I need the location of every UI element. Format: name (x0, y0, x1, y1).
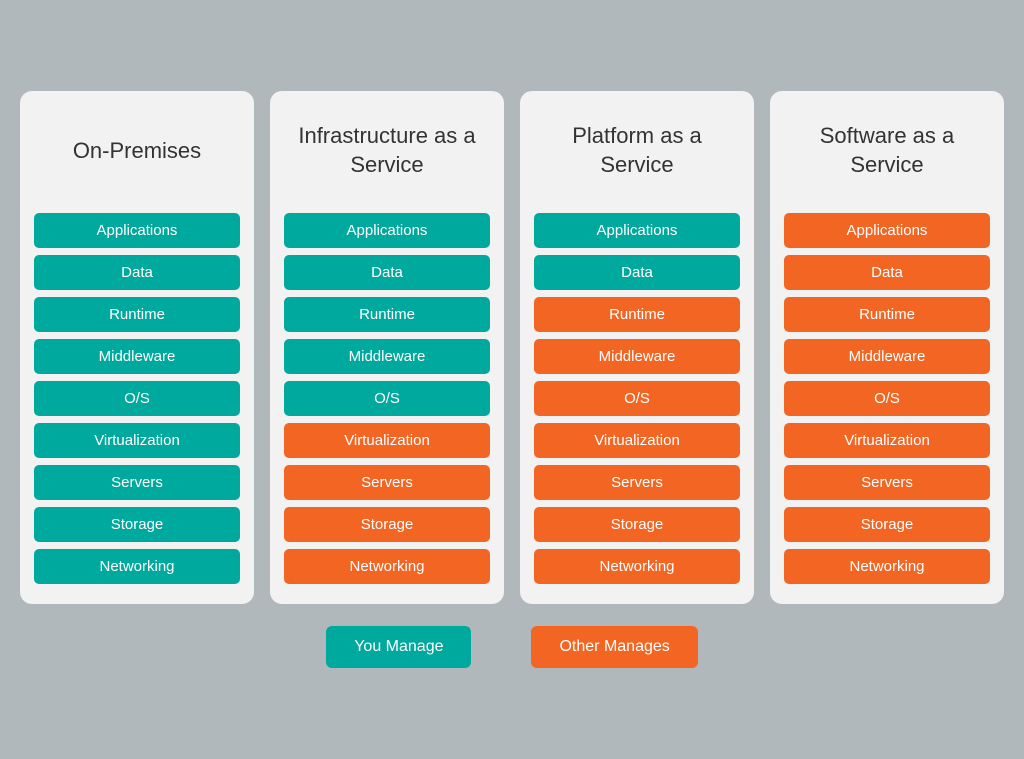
items-list-on-premises: Applications Data Runtime Middleware O/S Virt… (34, 213, 240, 584)
column-title-on-premises: On-Premises (73, 111, 201, 191)
item-middleware-infrastructure-as-a-service: Middleware (284, 339, 490, 374)
item-networking-software-as-a-service: Networking (784, 549, 990, 584)
item-middleware-platform-as-a-service: Middleware (534, 339, 740, 374)
item-middleware-software-as-a-service: Middleware (784, 339, 990, 374)
items-list-infrastructure-as-a-service: Applications Data Runtime Middleware O/S Virt… (284, 213, 490, 584)
item-data-on-premises: Data (34, 255, 240, 290)
column-card-software-as-a-service: Software as a Service Applications Data Run… (770, 91, 1004, 604)
item-applications-software-as-a-service: Applications (784, 213, 990, 248)
item-middleware-on-premises: Middleware (34, 339, 240, 374)
item-virtualization-infrastructure-as-a-service: Virtualization (284, 423, 490, 458)
you-manage-button[interactable]: You Manage (326, 626, 471, 668)
item-runtime-platform-as-a-service: Runtime (534, 297, 740, 332)
main-container: On-Premises Applications Data Runtime Middle… (20, 91, 1004, 668)
item-virtualization-platform-as-a-service: Virtualization (534, 423, 740, 458)
item-o-s-on-premises: O/S (34, 381, 240, 416)
item-networking-on-premises: Networking (34, 549, 240, 584)
item-applications-infrastructure-as-a-service: Applications (284, 213, 490, 248)
item-storage-software-as-a-service: Storage (784, 507, 990, 542)
item-servers-platform-as-a-service: Servers (534, 465, 740, 500)
item-virtualization-software-as-a-service: Virtualization (784, 423, 990, 458)
item-runtime-software-as-a-service: Runtime (784, 297, 990, 332)
columns-row: On-Premises Applications Data Runtime Middle… (20, 91, 1004, 604)
legend-row: You Manage Other Manages (20, 626, 1004, 668)
column-title-software-as-a-service: Software as a Service (784, 111, 990, 191)
item-servers-software-as-a-service: Servers (784, 465, 990, 500)
item-o-s-software-as-a-service: O/S (784, 381, 990, 416)
item-virtualization-on-premises: Virtualization (34, 423, 240, 458)
column-title-platform-as-a-service: Platform as a Service (534, 111, 740, 191)
item-o-s-infrastructure-as-a-service: O/S (284, 381, 490, 416)
item-servers-infrastructure-as-a-service: Servers (284, 465, 490, 500)
item-o-s-platform-as-a-service: O/S (534, 381, 740, 416)
item-runtime-infrastructure-as-a-service: Runtime (284, 297, 490, 332)
item-storage-on-premises: Storage (34, 507, 240, 542)
item-networking-infrastructure-as-a-service: Networking (284, 549, 490, 584)
item-data-infrastructure-as-a-service: Data (284, 255, 490, 290)
column-card-on-premises: On-Premises Applications Data Runtime Middle… (20, 91, 254, 604)
item-data-software-as-a-service: Data (784, 255, 990, 290)
item-data-platform-as-a-service: Data (534, 255, 740, 290)
item-storage-platform-as-a-service: Storage (534, 507, 740, 542)
item-servers-on-premises: Servers (34, 465, 240, 500)
item-runtime-on-premises: Runtime (34, 297, 240, 332)
item-networking-platform-as-a-service: Networking (534, 549, 740, 584)
items-list-software-as-a-service: Applications Data Runtime Middleware O/S Virt… (784, 213, 990, 584)
item-storage-infrastructure-as-a-service: Storage (284, 507, 490, 542)
column-card-infrastructure-as-a-service: Infrastructure as a Service Applications D… (270, 91, 504, 604)
column-title-infrastructure-as-a-service: Infrastructure as a Service (284, 111, 490, 191)
items-list-platform-as-a-service: Applications Data Runtime Middleware O/S Virt… (534, 213, 740, 584)
item-applications-on-premises: Applications (34, 213, 240, 248)
column-card-platform-as-a-service: Platform as a Service Applications Data Run… (520, 91, 754, 604)
other-manages-button[interactable]: Other Manages (531, 626, 697, 668)
item-applications-platform-as-a-service: Applications (534, 213, 740, 248)
